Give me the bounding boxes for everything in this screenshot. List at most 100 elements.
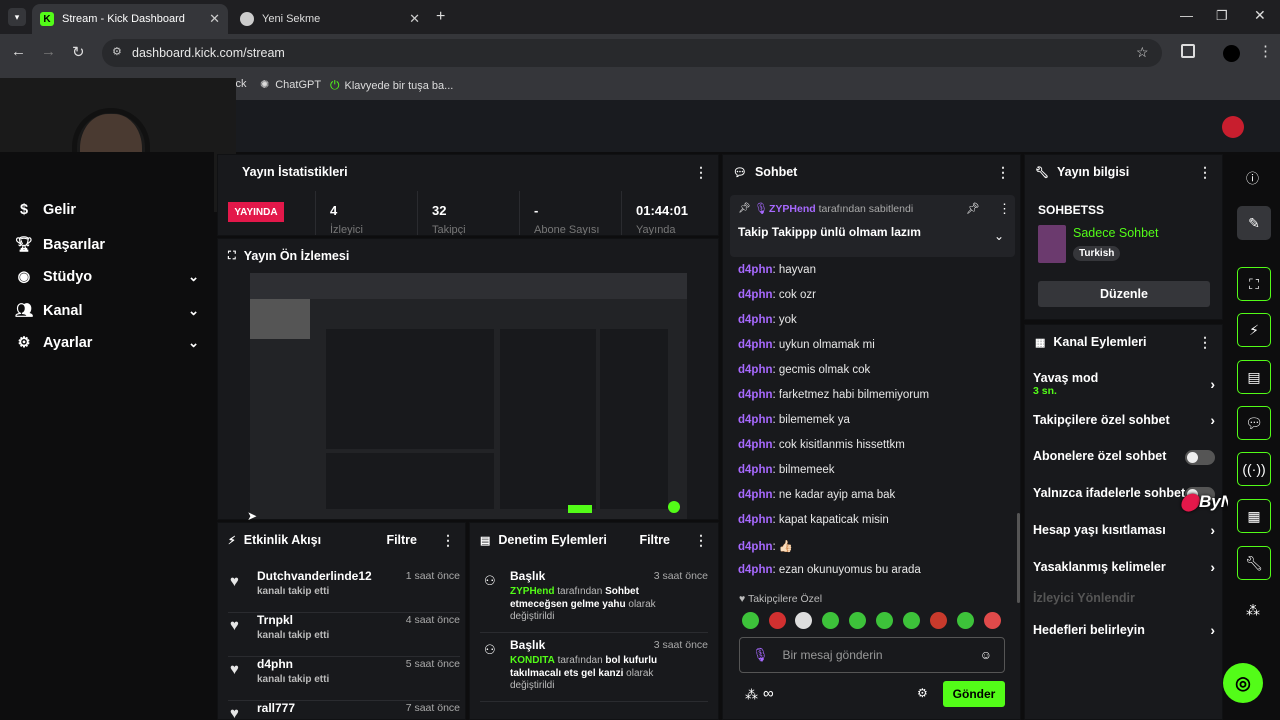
- moderation-item: ⚇ Başlık 3 saat önce KONDITA tarafından …: [480, 638, 708, 702]
- emote-icon[interactable]: [984, 612, 1001, 629]
- rail-wrench-icon[interactable]: 🔧︎: [1237, 546, 1271, 580]
- rail-edit-icon[interactable]: ✎: [1237, 206, 1271, 240]
- rail-clipboard-icon[interactable]: ▤: [1237, 360, 1271, 394]
- banned-words-row[interactable]: Yasaklanmış kelimeler ›: [1033, 559, 1215, 575]
- rail-preview-icon[interactable]: ⛶: [1237, 267, 1271, 301]
- browser-menu-icon[interactable]: ⋮: [1258, 42, 1273, 60]
- bookmark-keyboard[interactable]: ⏻ Klavyede bir tuşa ba...: [330, 78, 453, 93]
- address-bar[interactable]: ⚙ dashboard.kick.com/stream ☆: [102, 39, 1162, 67]
- emote-icon[interactable]: [876, 612, 893, 629]
- dollar-icon: $: [19, 202, 29, 218]
- stream-info-menu-icon[interactable]: ⋮: [1198, 164, 1212, 181]
- infinity-icon[interactable]: ∞: [763, 685, 774, 702]
- channel-actions-menu-icon[interactable]: ⋮: [1198, 334, 1212, 351]
- chevron-down-icon[interactable]: ⌄: [994, 229, 1004, 243]
- event-filter-button[interactable]: Filtre: [386, 533, 417, 547]
- emote-icon[interactable]: [849, 612, 866, 629]
- sidebar-item-gelir[interactable]: $ Gelir: [17, 202, 199, 218]
- forward-icon[interactable]: →: [41, 43, 56, 60]
- moderation-filter-button[interactable]: Filtre: [639, 533, 670, 547]
- category-link[interactable]: Sadece Sohbet: [1073, 226, 1159, 240]
- bookmark-star-icon[interactable]: ☆: [1136, 44, 1149, 61]
- reload-icon[interactable]: ↻: [72, 43, 85, 61]
- minimize-icon[interactable]: —: [1180, 8, 1193, 23]
- emote-icon[interactable]: [795, 612, 812, 629]
- tab-list-dropdown-icon[interactable]: ▾: [8, 8, 26, 26]
- moderation-menu-icon[interactable]: ⋮: [694, 532, 708, 549]
- set-goals-row[interactable]: Hedefleri belirleyin ›: [1033, 622, 1215, 638]
- pinned-message[interactable]: 📌︎ 🎙︎ ZYPHend tarafından sabitlendi 📌︎ ⋮…: [730, 195, 1015, 257]
- profile-avatar[interactable]: [1223, 45, 1240, 62]
- stat-followers: 32 Takipçi: [418, 191, 520, 235]
- emote-icon[interactable]: [903, 612, 920, 629]
- chat-menu-icon[interactable]: ⋮: [996, 164, 1010, 181]
- dashboard-sidebar: $ Gelir 🏆︎ Başarılar ◉ Stüdyo ⌄ 👥︎ Kanal ⌄ ⚙ Ay…: [0, 152, 214, 720]
- followers-only-row[interactable]: Takipçilere özel sohbet ›: [1033, 412, 1215, 428]
- close-tab-icon[interactable]: ✕: [209, 11, 220, 27]
- info-icon[interactable]: ⓘ: [1246, 168, 1259, 187]
- sidebar-item-studyo[interactable]: ◉ Stüdyo ⌄: [17, 269, 199, 285]
- emote-icon[interactable]: [957, 612, 974, 629]
- stats-title: Yayın İstatistikleri: [242, 165, 348, 179]
- close-window-icon[interactable]: ✕: [1254, 7, 1266, 24]
- clipboard-icon: ▤: [480, 534, 491, 547]
- sidebar-item-kanal[interactable]: 👥︎ Kanal ⌄: [15, 302, 199, 320]
- event-feed-menu-icon[interactable]: ⋮: [441, 532, 455, 549]
- rail-broadcast-icon[interactable]: ((·)): [1237, 452, 1271, 486]
- pinned-menu-icon[interactable]: ⋮: [998, 201, 1011, 217]
- chatgpt-icon: ✺: [260, 79, 270, 91]
- account-age-row[interactable]: Hesap yaşı kısıtlaması ›: [1033, 522, 1215, 538]
- tab-kick-dashboard[interactable]: K Stream - Kick Dashboard ✕: [32, 4, 228, 34]
- edit-stream-button[interactable]: Düzenle: [1038, 281, 1210, 307]
- preview-panel-b: [500, 329, 596, 509]
- event-feed-panel: ⚡︎ Etkinlik Akışı Filtre ⋮ ♥ Dutchvander…: [217, 522, 466, 720]
- site-info-icon[interactable]: ⚙: [112, 45, 122, 58]
- rail-tools-icon[interactable]: ⁂: [1246, 602, 1260, 619]
- emoji-icon[interactable]: ☺: [980, 648, 992, 662]
- back-icon[interactable]: ←: [11, 43, 26, 60]
- language-badge: Turkish: [1073, 246, 1121, 261]
- sidebar-item-ayarlar[interactable]: ⚙ Ayarlar ⌄: [17, 335, 200, 351]
- power-icon: ⏻: [330, 78, 340, 92]
- preview-accent-dot: [668, 501, 680, 513]
- support-headset-button[interactable]: ◎: [1223, 663, 1263, 703]
- moderation-header: ▤ Denetim Eylemleri Filtre ⋮: [480, 531, 708, 549]
- emote-icon[interactable]: [769, 612, 786, 629]
- stats-menu-icon[interactable]: ⋮: [694, 164, 708, 181]
- close-tab-icon[interactable]: ✕: [409, 11, 420, 27]
- emote-icon[interactable]: [822, 612, 839, 629]
- unpin-icon[interactable]: 📌︎: [966, 202, 980, 215]
- emote-icon[interactable]: [742, 612, 759, 629]
- rail-chat-icon[interactable]: 💬︎: [1237, 406, 1271, 440]
- rail-lightning-icon[interactable]: ⚡︎: [1237, 313, 1271, 347]
- preview-panel-a: [326, 329, 494, 449]
- trophy-icon: 🏆︎: [14, 237, 34, 253]
- chevron-down-icon: ⌄: [188, 335, 199, 350]
- chat-header: 💬︎ Sohbet ⋮: [733, 163, 1010, 181]
- preview-icon: ⛶: [228, 249, 236, 262]
- slow-mode-row[interactable]: Yavaş mod 3 sn. ›: [1033, 370, 1215, 398]
- event-item: ♥ Trnpkl kanalı takip etti 4 saat önce: [228, 613, 460, 657]
- emote-icon[interactable]: [930, 612, 947, 629]
- bookmark-chatgpt[interactable]: ✺ ChatGPT: [260, 78, 321, 92]
- extensions-icon[interactable]: [1181, 44, 1195, 58]
- subscribers-only-toggle[interactable]: [1185, 450, 1215, 465]
- stream-preview-panel: ⛶ Yayın Ön İzlemesi ➤: [217, 238, 719, 523]
- moderation-tools-icon[interactable]: ⁂: [745, 687, 758, 703]
- user-settings-icon: ⚇: [484, 573, 496, 588]
- new-tab-icon[interactable]: +: [436, 8, 445, 26]
- user-avatar[interactable]: [1222, 116, 1244, 138]
- sidebar-item-basarilar[interactable]: 🏆︎ Başarılar: [14, 236, 199, 254]
- restore-icon[interactable]: ❐: [1216, 8, 1228, 24]
- rail-channel-icon[interactable]: ▦: [1237, 499, 1271, 533]
- send-button[interactable]: Gönder: [943, 681, 1005, 707]
- tab-new-tab[interactable]: Yeni Sekme ✕: [232, 4, 428, 34]
- chat-scrollbar[interactable]: [1017, 513, 1020, 603]
- mouse-cursor-icon: ➤: [247, 509, 258, 523]
- preview-video[interactable]: [250, 273, 687, 519]
- chat-settings-icon[interactable]: ⚙: [917, 686, 928, 700]
- chat-message: d4phn: bilememek ya: [738, 414, 850, 426]
- chat-input[interactable]: 🎙︎ Bir mesaj gönderin ☺: [739, 637, 1005, 673]
- chat-panel: 💬︎ Sohbet ⋮ 📌︎ 🎙︎ ZYPHend tarafından sab…: [722, 154, 1021, 720]
- stream-info-panel: 🔧︎ Yayın bilgisi ⋮ SOHBETSS Sadece Sohbe…: [1024, 154, 1223, 320]
